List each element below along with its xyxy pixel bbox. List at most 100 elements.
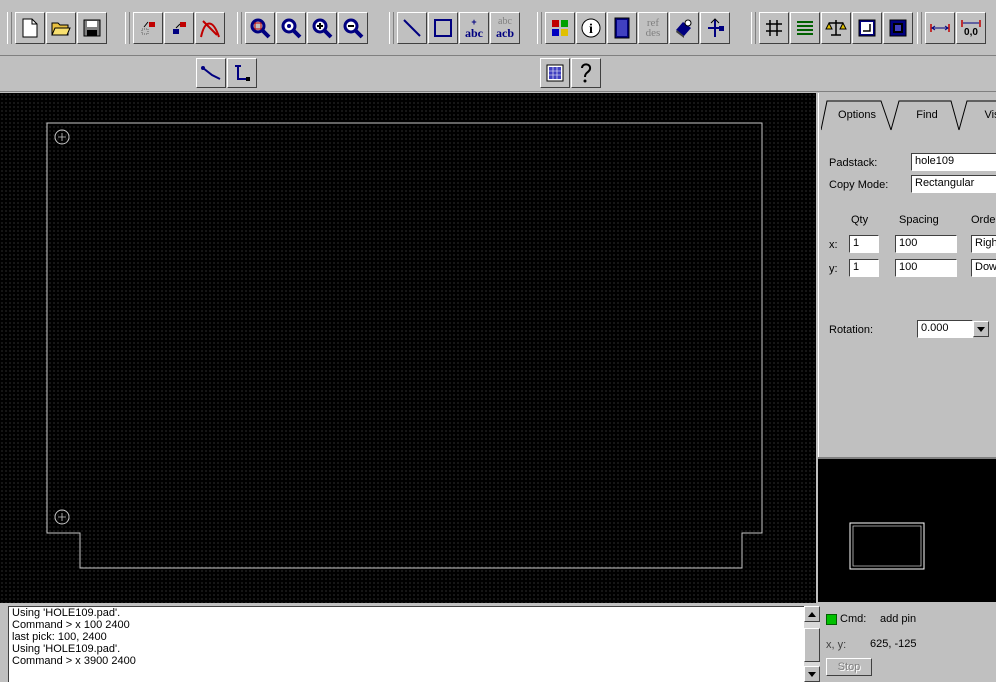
zoom-window-icon <box>250 18 271 39</box>
new-file-button[interactable] <box>15 12 45 44</box>
route-connect-button[interactable] <box>196 58 226 88</box>
drawing-size-icon <box>858 19 876 37</box>
zoom-in-button[interactable] <box>307 12 337 44</box>
secondary-toolbar <box>0 56 996 92</box>
stack-lines-icon <box>797 21 813 35</box>
edit-text-button[interactable]: abc acb <box>490 12 520 44</box>
display-options-button[interactable] <box>883 12 913 44</box>
add-line-button[interactable] <box>397 12 427 44</box>
layers-icon <box>614 17 630 39</box>
tab-options[interactable]: Options <box>827 99 887 131</box>
console-line: Command > x 100 2400 <box>12 619 130 631</box>
info-icon: i <box>581 18 601 38</box>
help-question-icon <box>581 63 592 83</box>
spacing-header: Spacing <box>899 214 939 226</box>
command-status-led <box>826 614 837 625</box>
tab-visibility[interactable]: Vis <box>967 99 996 131</box>
help-toolbar-group <box>540 58 601 90</box>
canvas-drawing <box>46 122 763 569</box>
stop-button[interactable]: Stop <box>826 658 872 676</box>
display-options-icon <box>889 19 907 37</box>
open-folder-icon <box>51 22 71 36</box>
rotation-label: Rotation: <box>829 324 874 336</box>
console-line: Using 'HOLE109.pad'. <box>12 643 121 655</box>
design-canvas[interactable] <box>0 93 816 603</box>
copy-mode-select[interactable]: Rectangular <box>911 175 996 193</box>
padstack-icon <box>676 19 692 38</box>
pin-marker-bottom <box>54 509 70 525</box>
rotation-dropdown-button[interactable] <box>973 321 989 337</box>
add-text-icon-label: abc <box>465 25 483 40</box>
add-text-button[interactable]: + abc <box>459 12 489 44</box>
padstack-button[interactable] <box>669 12 699 44</box>
qty-header: Qty <box>851 214 869 226</box>
cmd-value: add pin <box>880 613 917 625</box>
scroll-down-button[interactable] <box>804 666 820 682</box>
rotation-select[interactable]: 0.000 <box>917 320 973 338</box>
add-rectangle-button[interactable] <box>428 12 458 44</box>
help-button[interactable] <box>571 58 601 88</box>
slide-trace-icon <box>235 65 250 81</box>
svg-text:i: i <box>589 22 593 37</box>
copy-button[interactable] <box>133 12 163 44</box>
scroll-thumb[interactable] <box>804 628 820 662</box>
save-floppy-icon <box>83 19 101 37</box>
zoom-world-button[interactable] <box>540 58 570 88</box>
x-spacing-field[interactable]: 100 <box>895 235 957 253</box>
drawing-size-button[interactable] <box>852 12 882 44</box>
move-icon <box>173 22 186 34</box>
board-outline <box>46 122 763 569</box>
origin-icon-label: 0,0 <box>964 26 978 38</box>
properties-toolbar-group: i ref des <box>537 10 733 46</box>
scroll-up-button[interactable] <box>804 606 820 622</box>
zoom-out-button[interactable] <box>338 12 368 44</box>
add-pin-button[interactable] <box>700 12 730 44</box>
padstack-label: Padstack: <box>829 157 878 169</box>
line-icon <box>403 19 421 37</box>
xy-label: x, y: <box>826 639 847 651</box>
zoom-out-icon <box>343 18 364 39</box>
save-button[interactable] <box>77 12 107 44</box>
slide-button[interactable] <box>227 58 257 88</box>
chevron-down-icon <box>808 671 816 677</box>
x-order-select[interactable]: Right <box>971 235 996 253</box>
measure-button[interactable] <box>925 12 955 44</box>
measure-toolbar-group: 0,0 <box>917 10 989 46</box>
console-scrollbar[interactable] <box>804 606 820 682</box>
panel-tabs: Options Find Vis <box>821 99 996 131</box>
ref-des-button[interactable]: ref des <box>638 12 668 44</box>
set-origin-button[interactable]: 0,0 <box>956 12 986 44</box>
design-parameters-button[interactable] <box>821 12 851 44</box>
edit-text-icon-bottom: acb <box>496 26 514 40</box>
x-qty-field[interactable]: 1 <box>849 235 879 253</box>
y-qty-field[interactable]: 1 <box>849 259 879 277</box>
grid-view-icon <box>546 64 564 82</box>
measure-arrows-icon <box>930 24 950 32</box>
edit-toolbar-group <box>125 10 228 46</box>
main-toolbar: + abc abc acb i ref des 0,0 <box>0 0 996 56</box>
y-label: y: <box>829 263 838 275</box>
rectangle-icon <box>434 19 452 37</box>
delete-button[interactable] <box>195 12 225 44</box>
grid-button[interactable] <box>759 12 789 44</box>
zoom-window-button[interactable] <box>245 12 275 44</box>
new-file-icon <box>22 18 38 38</box>
command-console[interactable]: Using 'HOLE109.pad'. Command > x 100 240… <box>8 606 804 682</box>
layers-button[interactable] <box>607 12 637 44</box>
move-button[interactable] <box>164 12 194 44</box>
subclasses-button[interactable] <box>790 12 820 44</box>
zoom-fit-button[interactable] <box>276 12 306 44</box>
color-button[interactable] <box>545 12 575 44</box>
padstack-field[interactable]: hole109 <box>911 153 996 171</box>
world-view-preview[interactable] <box>818 457 996 602</box>
open-folder-button[interactable] <box>46 12 76 44</box>
show-element-button[interactable]: i <box>576 12 606 44</box>
copy-mode-label: Copy Mode: <box>829 179 889 191</box>
y-spacing-field[interactable]: 100 <box>895 259 957 277</box>
tab-find[interactable]: Find <box>897 99 957 131</box>
order-header: Order <box>971 214 996 226</box>
zoom-toolbar-group <box>237 10 371 46</box>
y-order-select[interactable]: Down <box>971 259 996 277</box>
add-pin-icon <box>708 18 724 37</box>
draw-toolbar-group: + abc abc acb <box>389 10 523 46</box>
